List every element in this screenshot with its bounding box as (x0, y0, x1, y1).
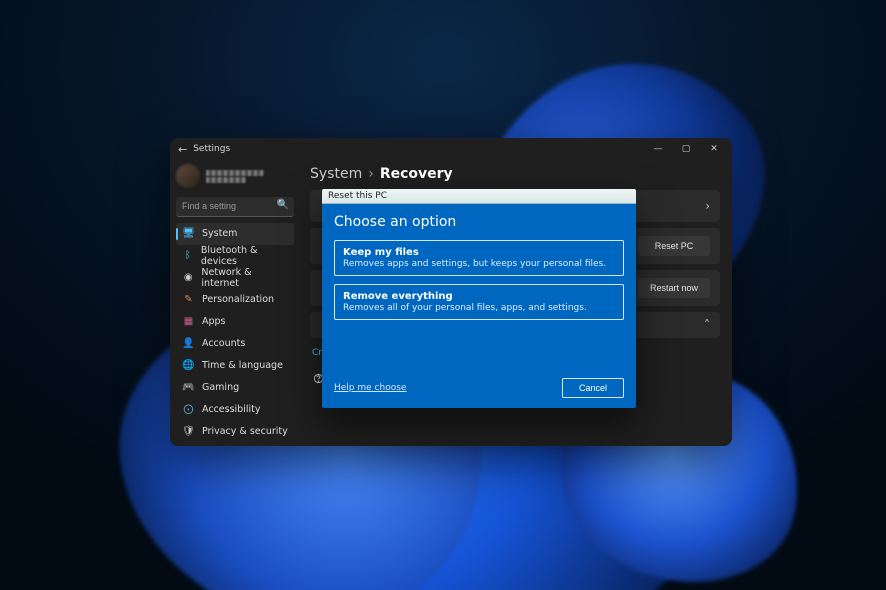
sidebar-item-bluetooth[interactable]: ᛒ Bluetooth & devices (176, 245, 294, 267)
option-description: Removes apps and settings, but keeps you… (343, 259, 615, 269)
gamepad-icon: 🎮 (182, 381, 195, 394)
person-icon: 👤 (182, 337, 195, 350)
option-title: Keep my files (343, 247, 615, 258)
paintbrush-icon: ✎ (182, 293, 195, 306)
sidebar-item-label: Bluetooth & devices (201, 245, 288, 267)
wifi-icon: ◉ (182, 271, 194, 284)
shield-icon: 🛡 (182, 425, 195, 438)
dialog-heading: Choose an option (334, 214, 624, 230)
sidebar-item-label: Accessibility (202, 404, 260, 415)
apps-icon: ▦ (182, 315, 195, 328)
chevron-right-icon: › (368, 166, 374, 182)
sidebar-item-time-language[interactable]: 🌐 Time & language (176, 355, 294, 377)
accessibility-icon: ⨀ (182, 403, 195, 416)
breadcrumb-parent[interactable]: System (310, 166, 362, 182)
sidebar-item-apps[interactable]: ▦ Apps (176, 311, 294, 333)
help-me-choose-link[interactable]: Help me choose (334, 383, 406, 393)
sidebar-item-gaming[interactable]: 🎮 Gaming (176, 377, 294, 399)
close-button[interactable]: ✕ (700, 139, 728, 159)
reset-pc-dialog: Reset this PC Choose an option Keep my f… (322, 189, 636, 408)
sidebar-item-label: Privacy & security (202, 426, 288, 437)
sidebar-item-label: Personalization (202, 294, 274, 305)
dialog-body: Choose an option Keep my files Removes a… (322, 204, 636, 408)
minimize-button[interactable]: — (644, 139, 672, 159)
bluetooth-icon: ᛒ (182, 249, 194, 262)
search-icon: 🔍 (277, 200, 289, 211)
avatar (176, 164, 200, 188)
chevron-up-icon: ˄ (704, 318, 710, 332)
sidebar-item-label: Accounts (202, 338, 245, 349)
display-icon: 🖥 (182, 227, 195, 240)
profile-text (206, 170, 264, 183)
maximize-button[interactable]: ▢ (672, 139, 700, 159)
profile-email-blurred (206, 177, 246, 183)
chevron-right-icon: › (705, 199, 710, 213)
restart-now-button[interactable]: Restart now (638, 278, 710, 298)
option-description: Removes all of your personal files, apps… (343, 303, 615, 313)
user-profile[interactable] (176, 164, 294, 188)
globe-icon: 🌐 (182, 359, 195, 372)
reset-pc-button[interactable]: Reset PC (638, 236, 710, 256)
sidebar-item-privacy[interactable]: 🛡 Privacy & security (176, 421, 294, 443)
sidebar-item-label: Gaming (202, 382, 239, 393)
sidebar-item-label: Apps (202, 316, 226, 327)
profile-name-blurred (206, 170, 264, 176)
option-keep-my-files[interactable]: Keep my files Removes apps and settings,… (334, 240, 624, 276)
sidebar-item-network[interactable]: ◉ Network & internet (176, 267, 294, 289)
nav-list: 🖥 System ᛒ Bluetooth & devices ◉ Network & in… (176, 223, 294, 447)
sidebar-item-label: System (202, 228, 237, 239)
window-controls: — ▢ ✕ (644, 139, 728, 159)
back-button[interactable]: ← (178, 144, 187, 155)
search-box: 🔍 (176, 194, 294, 217)
breadcrumb: System › Recovery (310, 166, 720, 182)
sidebar-item-label: Network & internet (201, 267, 288, 289)
sidebar-item-accessibility[interactable]: ⨀ Accessibility (176, 399, 294, 421)
dialog-titlebar: Reset this PC (322, 189, 636, 204)
sidebar: 🔍 🖥 System ᛒ Bluetooth & devices ◉ Network & … (170, 160, 300, 446)
window-title: Settings (193, 144, 230, 154)
option-title: Remove everything (343, 291, 615, 302)
sidebar-item-accounts[interactable]: 👤 Accounts (176, 333, 294, 355)
titlebar: ← Settings — ▢ ✕ (170, 138, 732, 160)
breadcrumb-current: Recovery (380, 166, 453, 182)
sidebar-item-personalization[interactable]: ✎ Personalization (176, 289, 294, 311)
dialog-footer: Help me choose Cancel (334, 372, 624, 398)
sidebar-item-label: Time & language (202, 360, 283, 371)
cancel-button[interactable]: Cancel (562, 378, 624, 398)
sidebar-item-windows-update[interactable]: ⟳Windows Update (176, 443, 294, 447)
option-remove-everything[interactable]: Remove everything Removes all of your pe… (334, 284, 624, 320)
sidebar-item-system[interactable]: 🖥 System (176, 223, 294, 245)
